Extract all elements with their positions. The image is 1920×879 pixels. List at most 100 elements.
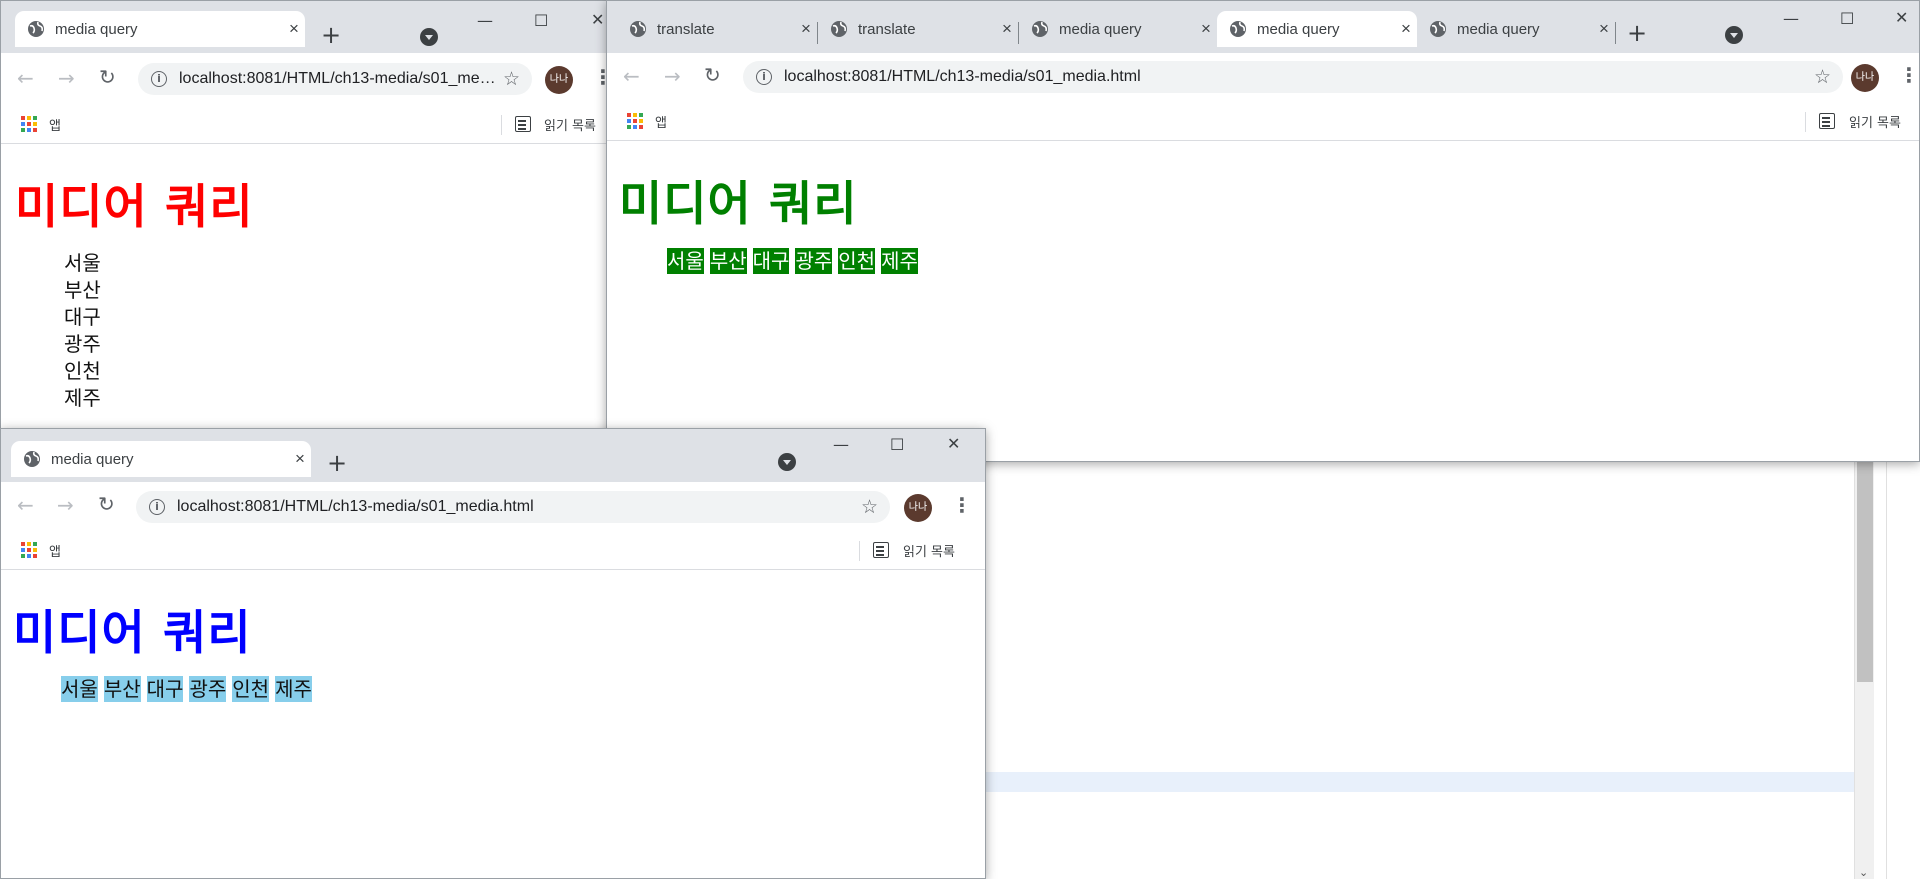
info-icon[interactable]: i [756, 69, 772, 85]
kebab-icon[interactable]: ⋮ [952, 495, 972, 515]
url-text: localhost:8081/HTML/ch13-media/s01_media… [179, 70, 503, 87]
avatar[interactable]: 나나 [1851, 64, 1879, 92]
apps-grid-icon[interactable] [21, 116, 37, 132]
apps-grid-icon[interactable] [627, 113, 643, 129]
tab-separator [1615, 22, 1616, 44]
minimize-icon[interactable]: — [1783, 9, 1799, 28]
reading-list-label[interactable]: 읽기 목록 [544, 115, 596, 134]
background-editor: ⌄ [980, 460, 1920, 879]
reading-list-icon[interactable] [873, 542, 889, 558]
tab-translate-1[interactable]: translate × [617, 11, 817, 47]
globe-icon [1430, 21, 1446, 37]
close-window-icon[interactable]: ✕ [1895, 8, 1908, 27]
tab-label: media query [55, 20, 138, 38]
star-icon[interactable]: ☆ [1814, 66, 1831, 89]
star-icon[interactable]: ☆ [503, 68, 520, 91]
scroll-down-icon[interactable]: ⌄ [1859, 866, 1868, 879]
apps-label[interactable]: 앱 [49, 115, 61, 134]
new-tab-button[interactable]: + [327, 451, 347, 475]
list-item: 인천 [64, 359, 101, 383]
star-icon[interactable]: ☆ [861, 496, 878, 519]
avatar[interactable]: 나나 [545, 66, 573, 94]
arrow-right-icon[interactable]: → [57, 495, 74, 515]
city-list: 서울 부산 대구 광주 인천 제주 [64, 250, 101, 412]
bookmarks-bar: 앱 읽기 목록 [607, 103, 1919, 141]
apps-grid-icon[interactable] [21, 542, 37, 558]
tab-search-icon[interactable] [778, 453, 796, 471]
kebab-icon[interactable]: ⋮ [1899, 65, 1919, 85]
tab-media-query[interactable]: media query × [11, 441, 311, 477]
browser-window-medium: media query × + — ☐ ✕ ← → ↻ i localhost:… [0, 428, 986, 879]
list-item: 서울 [61, 676, 98, 702]
list-item: 제주 [881, 248, 918, 274]
editor-scrollbar[interactable]: ⌄ [1854, 460, 1874, 879]
editor-scrollbar-thumb[interactable] [1857, 460, 1873, 682]
minimize-icon[interactable]: — [477, 11, 493, 30]
address-bar[interactable]: i localhost:8081/HTML/ch13-media/s01_med… [136, 491, 890, 523]
maximize-icon[interactable]: ☐ [534, 11, 548, 30]
arrow-right-icon[interactable]: → [664, 66, 681, 86]
globe-icon [28, 21, 44, 37]
tab-media-query-1[interactable]: media query × [1019, 11, 1217, 47]
page-content: 미디어 쿼리 서울 부산 대구 광주 인천 제주 [1, 570, 985, 878]
page-content: 미디어 쿼리 서울 부산 대구 광주 인천 제주 [607, 141, 1919, 461]
close-tab-icon[interactable]: × [289, 449, 311, 469]
reload-icon[interactable]: ↻ [98, 494, 115, 514]
minimize-icon[interactable]: — [833, 435, 849, 454]
reading-list-label[interactable]: 읽기 목록 [903, 541, 955, 560]
info-icon[interactable]: i [151, 71, 167, 87]
close-tab-icon[interactable]: × [1195, 19, 1217, 39]
toolbar: ← → ↻ i localhost:8081/HTML/ch13-media/s… [607, 53, 1919, 103]
new-tab-button[interactable]: + [321, 23, 341, 47]
apps-label[interactable]: 앱 [655, 112, 667, 131]
bookmarks-bar: 앱 읽기 목록 [1, 532, 985, 570]
tab-search-icon[interactable] [420, 28, 438, 46]
close-tab-icon[interactable]: × [795, 19, 817, 39]
bookmark-separator [501, 115, 502, 135]
reading-list-label[interactable]: 읽기 목록 [1849, 112, 1901, 131]
list-item: 부산 [64, 278, 101, 302]
arrow-left-icon[interactable]: ← [17, 68, 34, 88]
editor-current-line [980, 772, 1854, 792]
reading-list-icon[interactable] [515, 116, 531, 132]
globe-icon [1230, 21, 1246, 37]
close-window-icon[interactable]: ✕ [947, 434, 960, 453]
address-bar[interactable]: i localhost:8081/HTML/ch13-media/s01_med… [743, 61, 1843, 93]
reading-list-icon[interactable] [1819, 113, 1835, 129]
reload-icon[interactable]: ↻ [704, 65, 721, 85]
arrow-left-icon[interactable]: ← [623, 66, 640, 86]
new-tab-button[interactable]: + [1627, 21, 1647, 45]
tab-search-icon[interactable] [1725, 26, 1743, 44]
reload-icon[interactable]: ↻ [99, 67, 116, 87]
arrow-right-icon[interactable]: → [58, 68, 75, 88]
maximize-icon[interactable]: ☐ [1840, 9, 1854, 28]
bookmark-separator [1805, 112, 1806, 132]
avatar[interactable]: 나나 [904, 494, 932, 522]
close-tab-icon[interactable]: × [283, 19, 305, 39]
maximize-icon[interactable]: ☐ [890, 435, 904, 454]
page-title: 미디어 쿼리 [15, 180, 254, 235]
arrow-left-icon[interactable]: ← [17, 495, 34, 515]
list-item: 광주 [64, 332, 101, 356]
globe-icon [1032, 21, 1048, 37]
close-window-icon[interactable]: ✕ [591, 10, 604, 29]
close-tab-icon[interactable]: × [996, 19, 1018, 39]
toolbar: ← → ↻ i localhost:8081/HTML/ch13-media/s… [1, 482, 985, 532]
tab-label: media query [1059, 20, 1142, 38]
tab-media-query-2[interactable]: media query × [1217, 11, 1417, 47]
tab-translate-2[interactable]: translate × [818, 11, 1018, 47]
apps-label[interactable]: 앱 [49, 541, 61, 560]
editor-divider [1886, 460, 1887, 879]
close-tab-icon[interactable]: × [1593, 19, 1615, 39]
info-icon[interactable]: i [149, 499, 165, 515]
tab-media-query[interactable]: media query × [15, 11, 305, 47]
globe-icon [630, 21, 646, 37]
tab-media-query-3[interactable]: media query × [1417, 11, 1615, 47]
list-item: 대구 [752, 248, 790, 274]
bookmark-separator [859, 541, 860, 561]
page-title: 미디어 쿼리 [619, 177, 858, 232]
close-tab-icon[interactable]: × [1395, 19, 1417, 39]
address-bar[interactable]: i localhost:8081/HTML/ch13-media/s01_med… [138, 63, 532, 95]
list-item: 부산 [709, 248, 747, 274]
list-item: 광주 [795, 248, 833, 274]
